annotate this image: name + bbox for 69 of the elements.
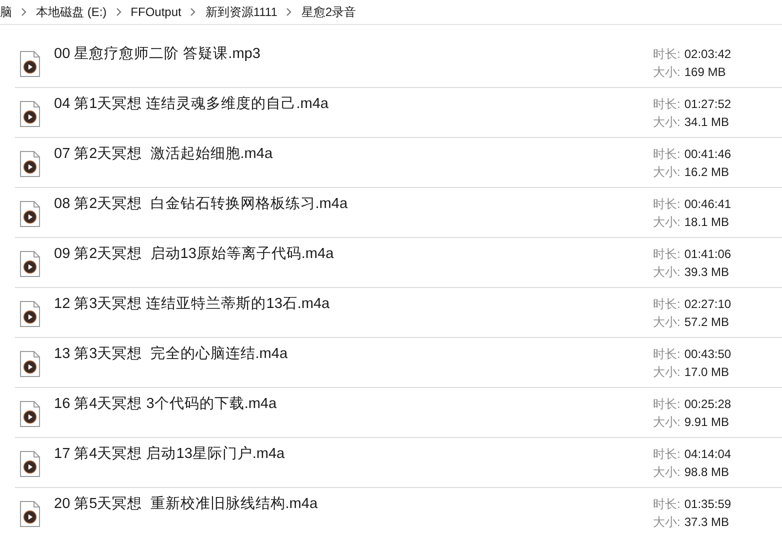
breadcrumb-item[interactable]: 星愈2录音 <box>301 3 356 21</box>
duration-label: 时长: <box>653 146 680 163</box>
chevron-icon[interactable] <box>21 8 27 16</box>
file-name[interactable]: 07 第2天冥想 激活起始细胞.m4a <box>54 144 273 187</box>
duration-value: 04:14:04 <box>684 446 732 463</box>
size-label: 大小: <box>653 464 680 481</box>
breadcrumb-item[interactable]: 新到资源1111 <box>205 3 278 21</box>
duration-label: 时长: <box>653 296 680 313</box>
breadcrumb-item[interactable]: 脑 <box>0 3 12 21</box>
duration-value: 00:41:46 <box>684 146 732 163</box>
file-name[interactable]: 04 第1天冥想 连结灵魂多维度的自己.m4a <box>54 94 328 137</box>
duration-value: 01:41:06 <box>684 246 732 263</box>
size-value: 34.1 MB <box>684 114 730 131</box>
size-value: 9.91 MB <box>684 414 730 431</box>
duration-label: 时长: <box>653 346 680 363</box>
breadcrumb-item[interactable]: FFOutput <box>130 3 182 21</box>
duration-value: 00:25:28 <box>684 396 732 413</box>
duration-value: 00:46:41 <box>684 196 732 213</box>
audio-file-icon <box>20 301 40 327</box>
size-value: 169 MB <box>684 64 726 81</box>
size-label: 大小: <box>653 164 680 181</box>
audio-file-icon <box>20 151 40 177</box>
file-name[interactable]: 00 星愈疗愈师二阶 答疑课.mp3 <box>54 44 260 87</box>
file-name[interactable]: 12 第3天冥想 连结亚特兰蒂斯的13石.m4a <box>54 294 330 337</box>
size-label: 大小: <box>653 414 680 431</box>
audio-file-icon <box>20 51 40 77</box>
size-value: 57.2 MB <box>684 314 730 331</box>
size-label: 大小: <box>653 64 680 81</box>
audio-file-icon <box>20 201 40 227</box>
file-name[interactable]: 17 第4天冥想 启动13星际门户.m4a <box>54 444 285 487</box>
size-value: 39.3 MB <box>684 264 730 281</box>
file-name[interactable]: 20 第5天冥想 重新校准旧脉线结构.m4a <box>54 494 318 538</box>
size-label: 大小: <box>653 514 680 531</box>
duration-label: 时长: <box>653 46 680 63</box>
file-name[interactable]: 09 第2天冥想 启动13原始等离子代码.m4a <box>54 244 334 287</box>
file-name[interactable]: 16 第4天冥想 3个代码的下载.m4a <box>54 394 277 437</box>
size-label: 大小: <box>653 264 680 281</box>
audio-file-icon <box>20 351 40 377</box>
size-label: 大小: <box>653 114 680 131</box>
duration-value: 00:43:50 <box>684 346 732 363</box>
file-name[interactable]: 13 第3天冥想 完全的心脑连结.m4a <box>54 344 288 387</box>
duration-value: 02:03:42 <box>684 46 732 63</box>
duration-label: 时长: <box>653 446 680 463</box>
breadcrumb-item[interactable]: 本地磁盘 (E:) <box>36 3 107 21</box>
size-value: 37.3 MB <box>684 514 730 531</box>
chevron-icon[interactable] <box>116 8 122 16</box>
audio-file-icon <box>20 451 40 477</box>
audio-file-icon <box>20 251 40 277</box>
duration-label: 时长: <box>653 396 680 413</box>
audio-file-icon <box>20 501 40 527</box>
duration-value: 02:27:10 <box>684 296 732 313</box>
size-label: 大小: <box>653 314 680 331</box>
chevron-icon[interactable] <box>190 8 196 16</box>
audio-file-icon <box>20 401 40 427</box>
duration-label: 时长: <box>653 496 680 513</box>
size-value: 16.2 MB <box>684 164 730 181</box>
duration-value: 01:35:59 <box>684 496 732 513</box>
duration-label: 时长: <box>653 96 680 113</box>
size-label: 大小: <box>653 214 680 231</box>
audio-file-icon <box>20 101 40 127</box>
size-value: 18.1 MB <box>684 214 730 231</box>
chevron-icon[interactable] <box>286 8 292 16</box>
file-name[interactable]: 08 第2天冥想 白金钻石转换网格板练习.m4a <box>54 194 348 237</box>
size-value: 98.8 MB <box>684 464 730 481</box>
duration-label: 时长: <box>653 246 680 263</box>
size-value: 17.0 MB <box>684 364 730 381</box>
duration-label: 时长: <box>653 196 680 213</box>
size-label: 大小: <box>653 364 680 381</box>
duration-value: 01:27:52 <box>684 96 732 113</box>
